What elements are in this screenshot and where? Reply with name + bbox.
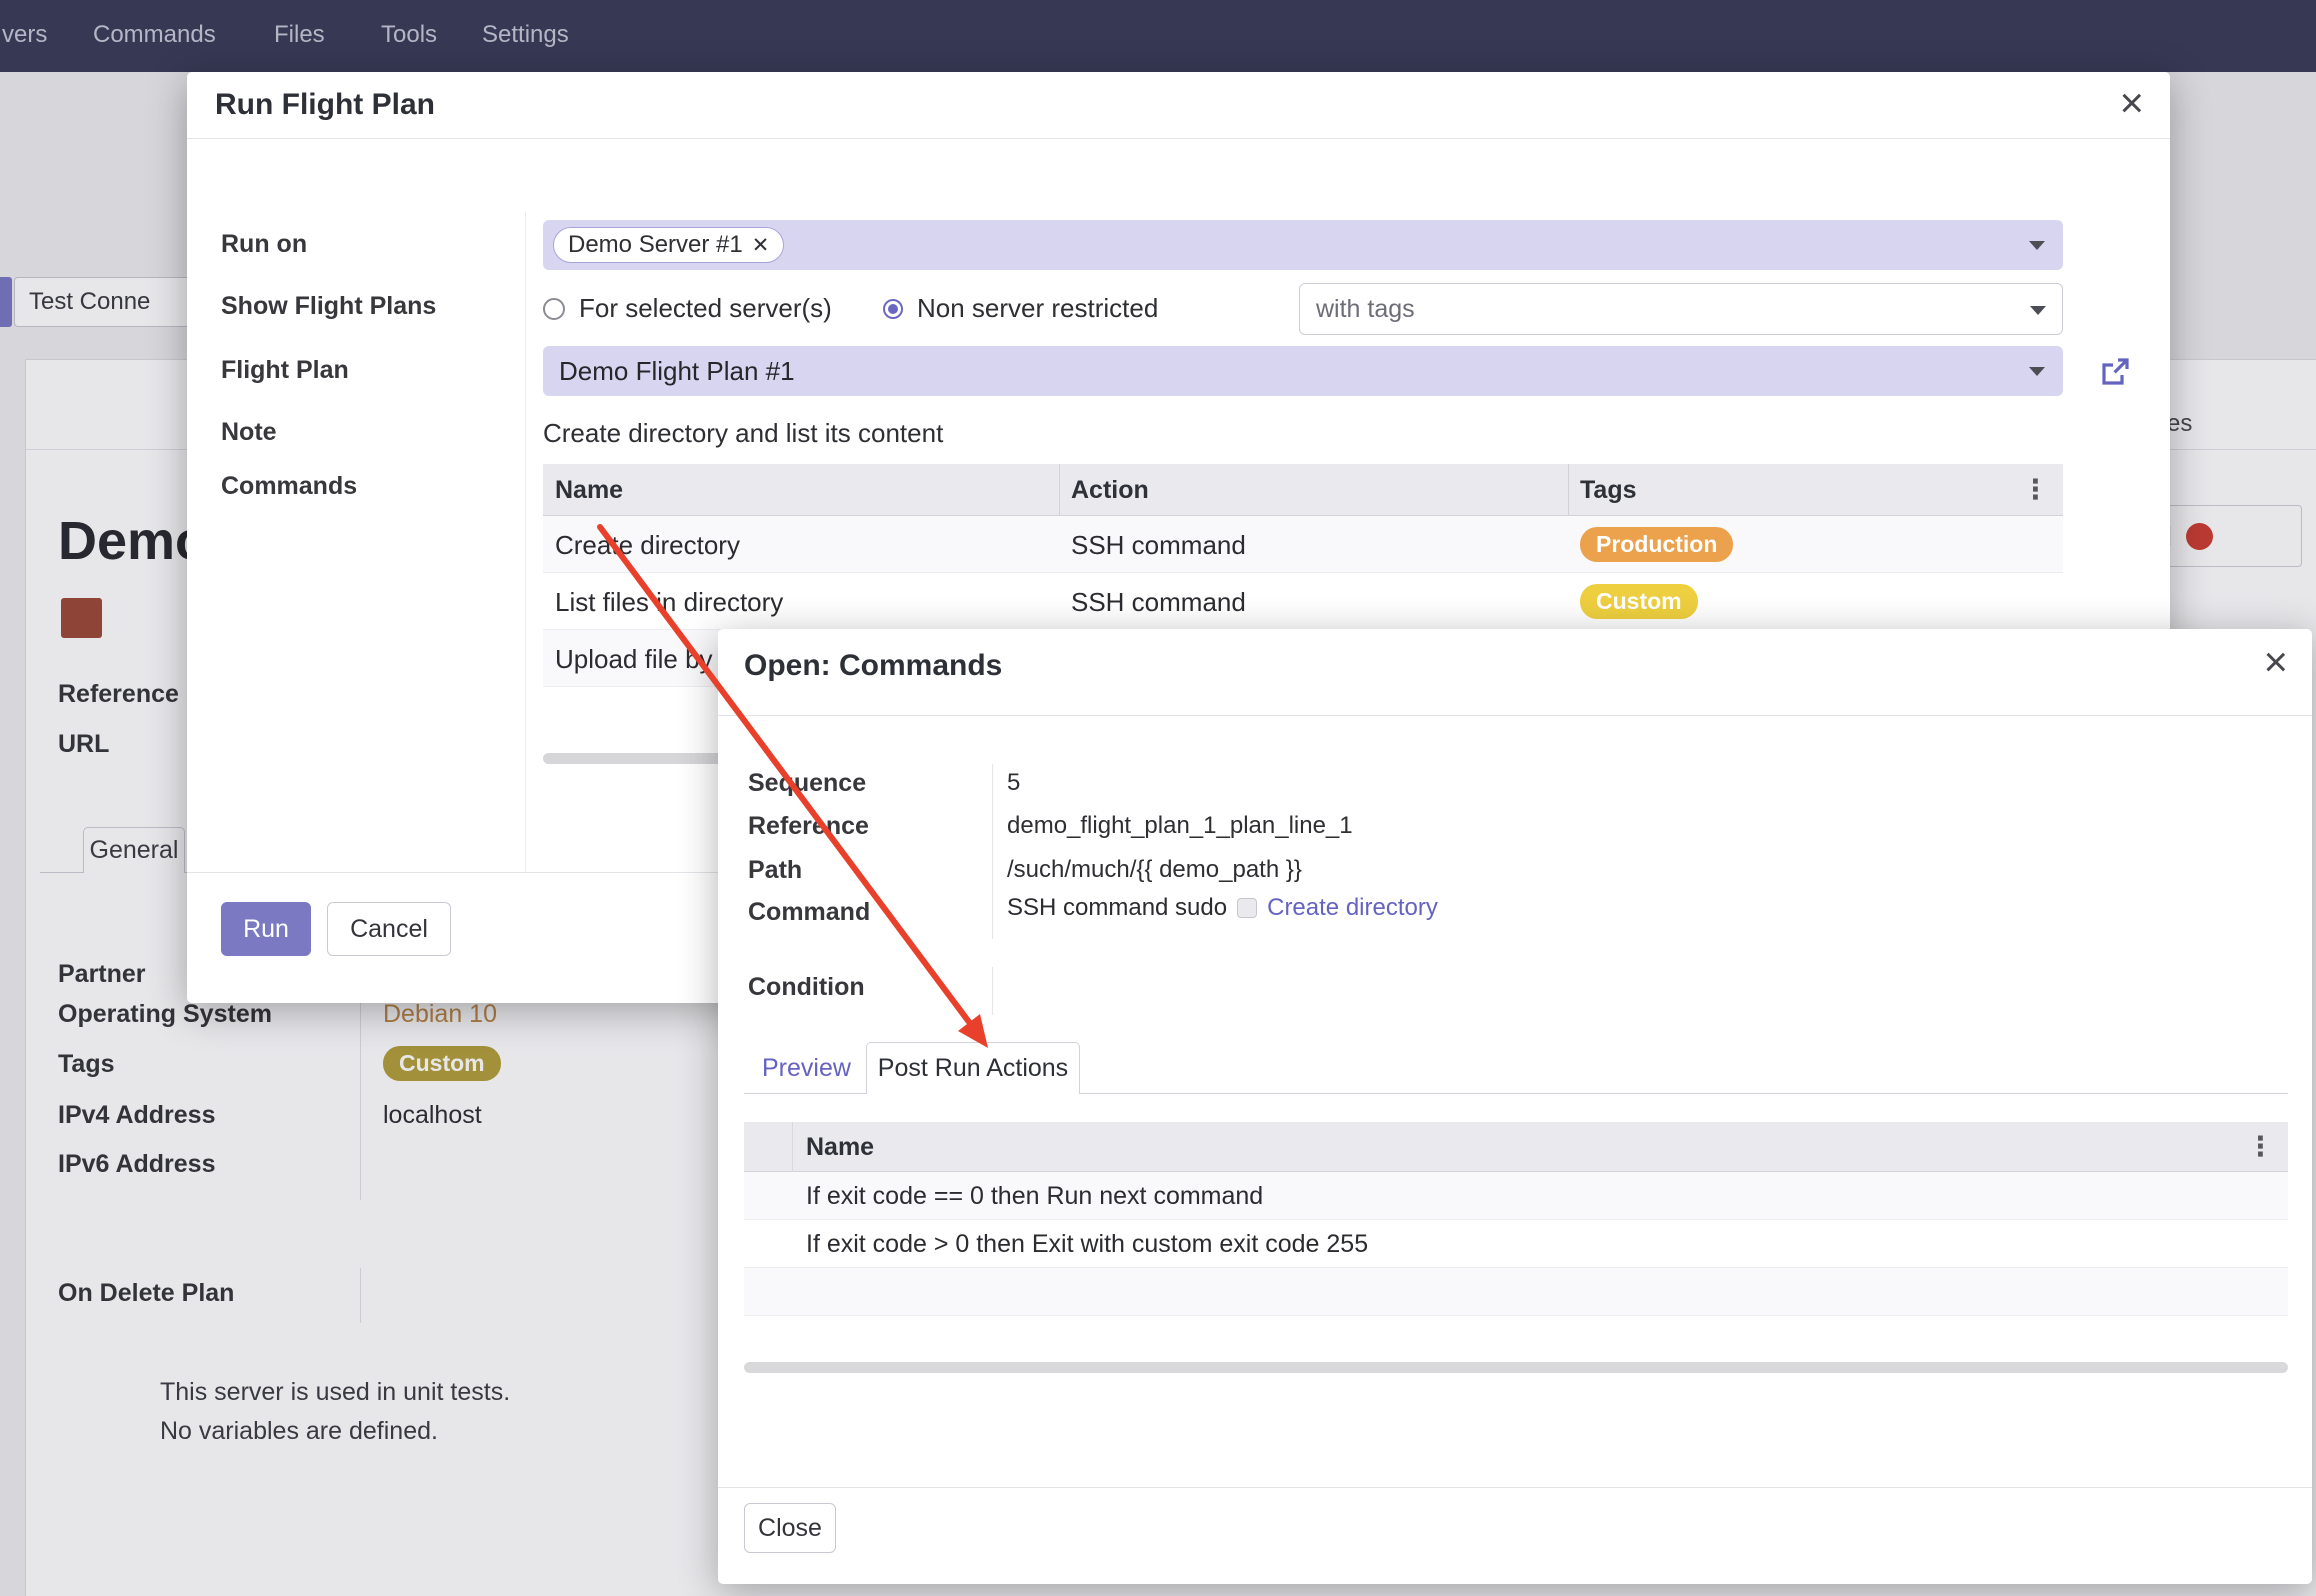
footer-divider (718, 1487, 2312, 1488)
col-header-tags[interactable]: Tags (1580, 476, 1637, 505)
column-divider (792, 1122, 793, 1172)
dropdown-caret-icon (2029, 367, 2045, 376)
table-row[interactable]: If exit code > 0 then Exit with custom e… (744, 1220, 2288, 1268)
flight-plan-value: Demo Flight Plan #1 (559, 356, 795, 387)
field-column-divider (992, 764, 993, 939)
radio-dot-icon (888, 304, 898, 314)
header-divider (187, 138, 2170, 139)
cell-name: If exit code == 0 then Run next command (806, 1182, 1263, 1211)
command-label: Command (748, 898, 870, 927)
condition-divider (992, 967, 993, 1015)
server-tag-label: Demo Server #1 (568, 231, 743, 259)
label-column-divider (525, 212, 526, 872)
commands-modal-close-icon[interactable]: × (2263, 641, 2288, 683)
sudo-checkbox[interactable] (1237, 898, 1257, 918)
cell-name: Create directory (555, 530, 740, 561)
run-on-tags-input[interactable]: Demo Server #1 ✕ (543, 220, 2063, 270)
reference-field-label: Reference (748, 812, 869, 841)
dropdown-caret-icon (2030, 306, 2046, 315)
cell-tag-badge: Production (1580, 527, 1733, 562)
table-row[interactable]: If exit code == 0 then Run next command (744, 1172, 2288, 1220)
screen: vers Commands Files Tools Settings Test … (0, 0, 2316, 1596)
column-divider (1059, 464, 1060, 516)
external-link-icon[interactable] (2099, 356, 2131, 388)
with-tags-select[interactable]: with tags (1299, 283, 2063, 335)
note-label: Note (221, 418, 277, 447)
radio-non-restricted[interactable] (883, 299, 903, 319)
post-run-actions-table: Name ⋮ If exit code == 0 then Run next c… (744, 1122, 2288, 1316)
table-header-row: Name ⋮ (744, 1122, 2288, 1172)
show-flight-plans-label: Show Flight Plans (221, 292, 436, 321)
radio-selected-servers[interactable] (543, 298, 565, 320)
cell-action: SSH command (1071, 587, 1246, 618)
cell-tag-badge: Custom (1580, 584, 1698, 619)
dropdown-caret-icon (2029, 241, 2045, 250)
run-modal-title: Run Flight Plan (215, 88, 435, 122)
flight-plan-label: Flight Plan (221, 356, 349, 385)
header-divider (718, 715, 2312, 716)
note-text: Create directory and list its content (543, 418, 943, 449)
server-tag-pill: Demo Server #1 ✕ (553, 227, 784, 263)
radio-non-restricted-label: Non server restricted (917, 293, 1158, 324)
table-row[interactable]: Create directory SSH command Production (543, 516, 2063, 573)
col-header-name[interactable]: Name (555, 476, 623, 505)
cancel-button[interactable]: Cancel (327, 902, 451, 956)
table-row-empty (744, 1268, 2288, 1316)
command-value: SSH command sudo (1007, 894, 1227, 922)
cell-name: List files in directory (555, 587, 783, 618)
path-value: /such/much/{{ demo_path }} (1007, 856, 1302, 884)
tab-post-run-actions[interactable]: Post Run Actions (866, 1042, 1080, 1094)
col-header-name[interactable]: Name (806, 1133, 874, 1162)
command-link[interactable]: Create directory (1267, 894, 1438, 922)
radio-selected-servers-label: For selected server(s) (579, 293, 832, 324)
column-divider (1568, 464, 1569, 516)
condition-label: Condition (748, 973, 865, 1002)
table-options-icon[interactable]: ⋮ (2247, 1131, 2274, 1162)
run-modal-close-icon[interactable]: × (2119, 82, 2144, 124)
with-tags-value: with tags (1316, 295, 1415, 324)
table-row[interactable]: List files in directory SSH command Cust… (543, 573, 2063, 630)
cell-action: SSH command (1071, 530, 1246, 561)
run-on-label: Run on (221, 230, 307, 259)
close-button[interactable]: Close (744, 1503, 836, 1553)
cell-name: If exit code > 0 then Exit with custom e… (806, 1230, 1368, 1259)
table-options-icon[interactable]: ⋮ (2022, 474, 2049, 505)
cell-name: Upload file by (555, 644, 713, 675)
open-commands-modal: Open: Commands × Sequence Reference Path… (718, 629, 2312, 1584)
commands-label: Commands (221, 472, 357, 501)
sequence-value: 5 (1007, 769, 1020, 797)
remove-tag-icon[interactable]: ✕ (752, 233, 770, 258)
commands-modal-title: Open: Commands (744, 649, 1002, 683)
table-header-row: Name Action Tags ⋮ (543, 464, 2063, 516)
path-label: Path (748, 856, 802, 885)
command-value-row: SSH command sudo Create directory (1007, 894, 1438, 922)
col-header-action[interactable]: Action (1071, 476, 1149, 505)
run-button[interactable]: Run (221, 902, 311, 956)
flight-plan-select[interactable]: Demo Flight Plan #1 (543, 346, 2063, 396)
tab-preview[interactable]: Preview (762, 1054, 851, 1083)
horizontal-scrollbar[interactable] (744, 1362, 2288, 1373)
reference-value: demo_flight_plan_1_plan_line_1 (1007, 812, 1353, 840)
sequence-label: Sequence (748, 769, 866, 798)
